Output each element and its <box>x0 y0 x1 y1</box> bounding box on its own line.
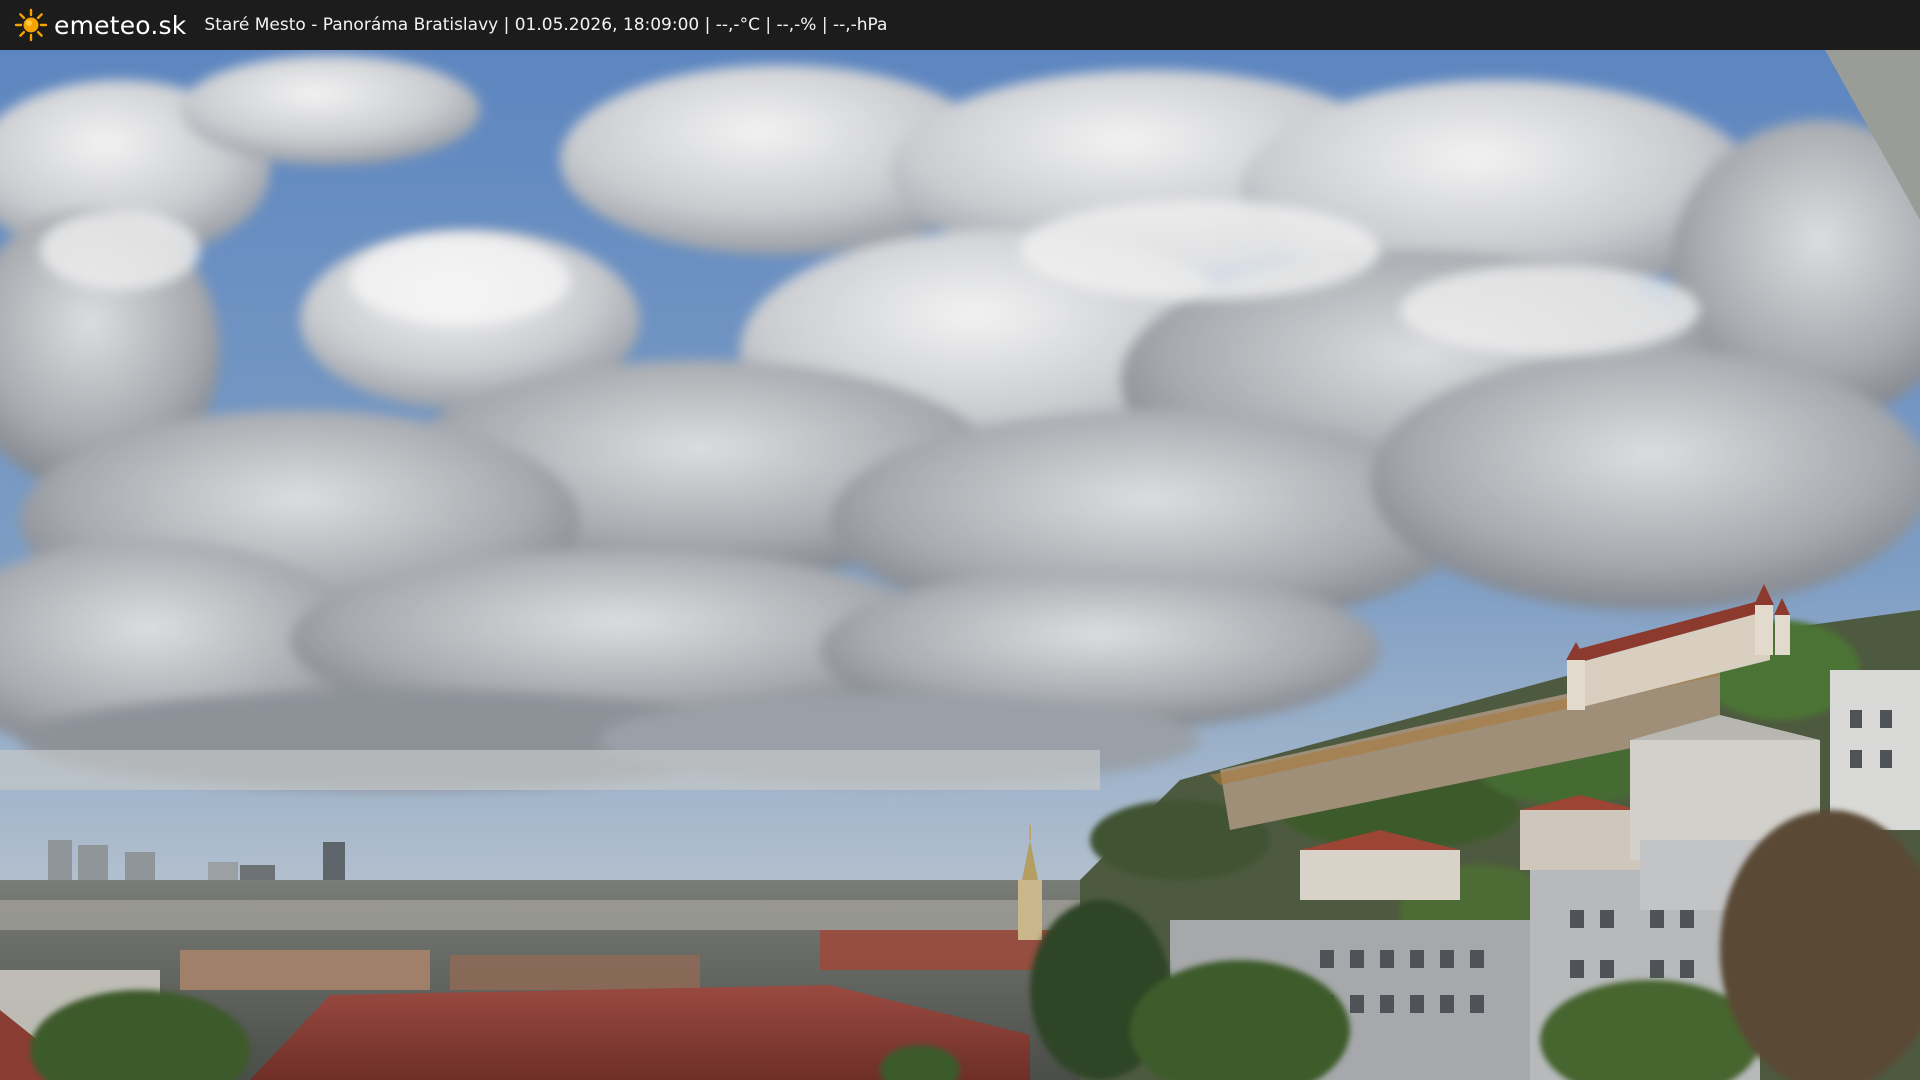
webcam-image <box>0 50 1920 1080</box>
logo[interactable]: emeteo.sk <box>14 8 186 42</box>
sun-icon <box>14 8 48 42</box>
header-bar: emeteo.sk Staré Mesto - Panoráma Bratisl… <box>0 0 1920 50</box>
webcam-caption: Staré Mesto - Panoráma Bratislavy | 01.0… <box>204 15 888 35</box>
brand-name: emeteo.sk <box>54 10 187 40</box>
